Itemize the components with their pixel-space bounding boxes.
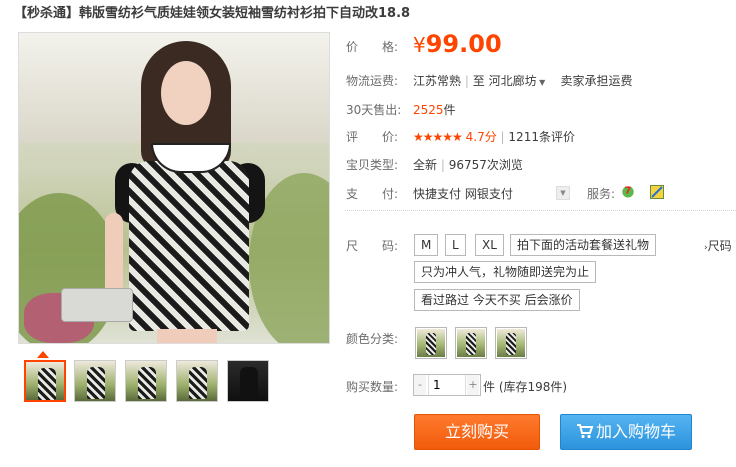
- quantity-increase-button[interactable]: +: [467, 375, 479, 395]
- color-swatch-3[interactable]: [495, 327, 527, 359]
- divider: [345, 210, 736, 211]
- size-option-xl[interactable]: XL: [475, 234, 504, 256]
- shipping-destination[interactable]: 河北廊坊: [489, 74, 537, 88]
- payment-label: 支 付:: [346, 187, 399, 201]
- payment-methods: 快捷支付 网银支付: [413, 185, 513, 202]
- shipping-info: 江苏常熟 | 至 河北廊坊 ▼ 卖家承担运费: [413, 74, 633, 88]
- sales-info: 2525件: [413, 101, 456, 118]
- sales-unit: 件: [443, 103, 456, 117]
- quality-guarantee-icon[interactable]: [650, 184, 664, 199]
- quantity-stepper: - +: [413, 374, 481, 396]
- size-label: 尺 码:: [346, 239, 399, 253]
- add-to-cart-button[interactable]: 加入购物车: [560, 414, 692, 450]
- price-label: 价 格:: [346, 40, 399, 54]
- thumbnail-indicator: [37, 351, 49, 358]
- shipping-from: 江苏常熟: [413, 74, 462, 88]
- shipping-to-prefix: 至: [472, 74, 485, 88]
- price-value: ¥99.00: [413, 30, 502, 58]
- rating-info: ★★★★★ 4.7分 | 1211条评价: [413, 130, 575, 144]
- size-option-l[interactable]: L: [445, 234, 466, 256]
- rating-stars: ★★★★★: [413, 130, 463, 144]
- price-currency: ¥: [413, 33, 426, 57]
- size-option-gift-package[interactable]: 拍下面的活动套餐送礼物: [510, 234, 657, 256]
- size-option-m[interactable]: M: [414, 234, 439, 256]
- color-swatch-1[interactable]: [415, 327, 447, 359]
- buy-now-button[interactable]: 立刻购买: [414, 414, 540, 450]
- cart-icon: [576, 424, 594, 439]
- seven-day-return-icon[interactable]: 7: [621, 183, 635, 198]
- quantity-decrease-button[interactable]: -: [414, 375, 426, 395]
- payment-method-bank[interactable]: 网银支付: [465, 187, 513, 201]
- rating-score: 4.7分: [465, 130, 497, 144]
- service-label: 服务:: [587, 187, 616, 201]
- thumbnail-1[interactable]: [24, 360, 66, 402]
- sales-label: 30天售出:: [346, 103, 402, 117]
- main-product-image[interactable]: [18, 32, 330, 344]
- chevron-down-icon[interactable]: ▼: [537, 78, 545, 87]
- item-condition: 全新: [413, 158, 438, 172]
- thumbnail-2[interactable]: [74, 360, 116, 402]
- model-blouse: [129, 161, 249, 331]
- shipping-label: 物流运费:: [346, 74, 399, 88]
- color-label: 颜色分类:: [346, 332, 399, 346]
- rating-label: 评 价:: [346, 130, 399, 144]
- product-title: 【秒杀通】韩版雪纺衫气质娃娃领女装短袖雪纺衬衫拍下自动改18.8: [14, 6, 411, 21]
- thumbnail-5[interactable]: [227, 360, 269, 402]
- payment-dropdown-icon[interactable]: ▼: [556, 186, 570, 200]
- model-legs: [157, 329, 217, 343]
- price-amount: 99.00: [425, 30, 502, 58]
- quantity-label: 购买数量:: [346, 380, 399, 394]
- shipping-note: 卖家承担运费: [560, 74, 633, 88]
- model-clutch-bag: [61, 288, 133, 322]
- payment-method-quick[interactable]: 快捷支付: [413, 187, 461, 201]
- rating-reviews-link[interactable]: 1211条评价: [508, 130, 575, 144]
- size-chart-link[interactable]: ›尺码: [704, 237, 732, 254]
- quantity-stock: 件 (库存198件): [483, 380, 568, 394]
- thumbnail-4[interactable]: [176, 360, 218, 402]
- add-to-cart-label: 加入购物车: [595, 422, 676, 441]
- color-swatch-2[interactable]: [455, 327, 487, 359]
- item-type-label: 宝贝类型:: [346, 158, 399, 172]
- size-option-price-rise[interactable]: 看过路过 今天不买 后会涨价: [414, 289, 580, 311]
- item-views: 96757次浏览: [448, 158, 523, 172]
- model-face: [161, 61, 211, 125]
- sales-count: 2525: [413, 103, 444, 117]
- size-option-popularity[interactable]: 只为冲人气，礼物随即送完为止: [414, 261, 597, 283]
- thumbnail-3[interactable]: [125, 360, 167, 402]
- svg-text:7: 7: [625, 185, 632, 196]
- item-type-info: 全新 | 96757次浏览: [413, 158, 523, 172]
- quantity-input[interactable]: [428, 375, 466, 395]
- size-chart-label: 尺码: [707, 239, 732, 253]
